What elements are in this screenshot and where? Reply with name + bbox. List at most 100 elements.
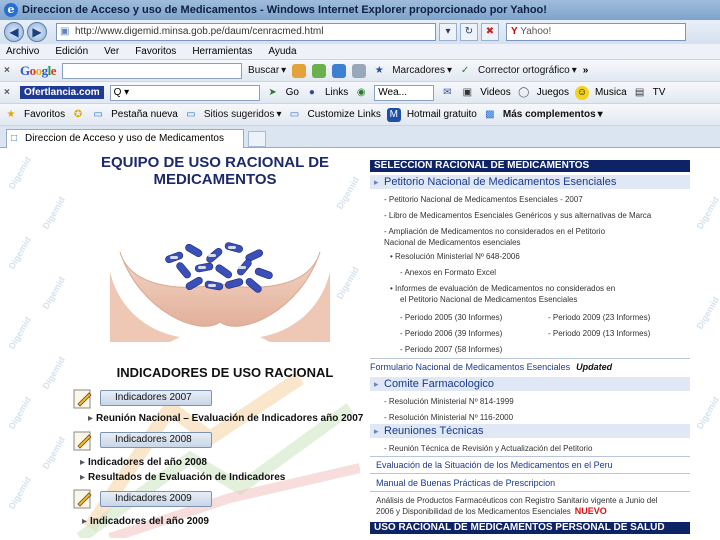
mail-icon[interactable]: ✉ [440, 86, 454, 100]
indicadores-2009-button[interactable]: Indicadores 2009 [100, 491, 212, 507]
google-toolbar: × Google Buscar ▾ ★ Marcadores ▾ ✓ Corre… [0, 60, 720, 82]
watermark: Digemid [6, 475, 33, 511]
link-reunion-tecnica[interactable]: - Reunión Técnica de Revisión y Actualiz… [384, 443, 592, 454]
weather-combo[interactable]: Wea... [374, 84, 435, 101]
left-column: EQUIPO DE USO RACIONAL DE MEDICAMENTOS I… [70, 148, 363, 540]
mas-complementos-link[interactable]: Más complementos ▾ [503, 109, 603, 120]
favorites-star-icon: ★ [6, 108, 16, 120]
smiley-icon: ☺ [574, 85, 589, 100]
link-informes-evaluacion-cont[interactable]: el Petitorio Nacional de Medicamentos Es… [400, 294, 577, 305]
section-header-uso-racional: USO RACIONAL DE MEDICAMENTOS PERSONAL DE… [370, 522, 690, 534]
favoritos-button[interactable]: Favoritos [24, 109, 65, 120]
yahoo-search-input[interactable]: Y Yahoo! [506, 23, 686, 41]
divider [370, 456, 690, 457]
watermark: Digemid [40, 275, 67, 311]
videos-link[interactable]: Videos [480, 87, 510, 98]
refresh-icon[interactable]: ↻ [460, 23, 478, 41]
bookmark-star-icon[interactable]: ★ [372, 64, 386, 78]
weather-icon[interactable]: ◉ [354, 86, 368, 100]
google-search-input[interactable] [62, 62, 243, 79]
link-periodo-2006[interactable]: - Periodo 2006 (39 Informes) [400, 328, 502, 339]
forward-arrow-icon[interactable]: ▶ [27, 22, 47, 42]
link-ampliacion-medicamentos[interactable]: - Ampliación de Medicamentos no consider… [384, 226, 605, 237]
link-periodo-2009a[interactable]: - Periodo 2009 (23 Informes) [548, 312, 650, 323]
toolbar-icon-1[interactable] [292, 63, 307, 78]
window-title: Direccion de Acceso y uso de Medicamento… [22, 4, 547, 16]
stop-icon[interactable]: ✖ [481, 23, 499, 41]
updated-badge: Updated [576, 362, 613, 372]
link-petitorio-2007[interactable]: - Petitorio Nacional de Medicamentos Ese… [384, 194, 583, 205]
new-tab-button[interactable] [248, 131, 266, 147]
pestana-nueva-link[interactable]: Pestaña nueva [111, 109, 178, 120]
link-formulario-nacional[interactable]: Formulario Nacional de Medicamentos Esen… [370, 362, 612, 373]
customize-links-link[interactable]: Customize Links [307, 109, 380, 120]
back-arrow-icon[interactable]: ◀ [4, 22, 24, 42]
link-analisis-productos-cont[interactable]: 2006 y Disponibilidad de los Medicamento… [376, 506, 607, 517]
watermark: Digemid [6, 235, 33, 271]
link-resolucion-116[interactable]: - Resolución Ministerial Nº 116-2000 [384, 412, 513, 423]
ofertas-search-input[interactable]: Q ▾ [109, 84, 260, 101]
links-button[interactable]: Links [325, 87, 348, 98]
url-field[interactable]: http://www.digemid.minsa.gob.pe/daum/cen… [56, 23, 436, 41]
hotmail-link[interactable]: Hotmail gratuito [407, 109, 477, 120]
tv-link[interactable]: TV [653, 87, 666, 98]
watermark: Digemid [694, 195, 720, 231]
go-arrow-icon[interactable]: ➤ [266, 86, 280, 100]
link-libro-medicamentos[interactable]: - Libro de Medicamentos Esenciales Genér… [384, 210, 651, 221]
link-periodo-2007[interactable]: - Periodo 2007 (58 Informes) [400, 344, 502, 355]
page-title-line2: MEDICAMENTOS [153, 171, 277, 188]
right-column: SELECCION RACIONAL DE MEDICAMENTOS Petit… [370, 158, 690, 540]
link-indicadores-2009[interactable]: ▸ Indicadores del año 2009 [82, 516, 209, 527]
menu-herramientas[interactable]: Herramientas [192, 44, 252, 59]
divider [370, 491, 690, 492]
menu-ver[interactable]: Ver [104, 44, 119, 59]
dropdown-arrow-icon[interactable]: ▾ [439, 23, 457, 41]
pencil-icon [73, 431, 92, 451]
buscar-button[interactable]: Buscar ▾ [248, 65, 286, 76]
marcadores-button[interactable]: Marcadores ▾ [392, 65, 452, 76]
sitios-sugeridos-link[interactable]: Sitios sugeridos ▾ [204, 109, 282, 120]
menu-ayuda[interactable]: Ayuda [268, 44, 296, 59]
go-button[interactable]: Go [286, 87, 299, 98]
nuevo-badge: NUEVO [574, 506, 607, 516]
link-ampliacion-medicamentos-cont[interactable]: Nacional de Medicamentos esenciales [384, 237, 521, 248]
translate-icon[interactable] [352, 63, 367, 78]
link-manual-prescripcion[interactable]: Manual de Buenas Prácticas de Prescripci… [376, 478, 555, 489]
toolbar-icon-2[interactable] [312, 63, 327, 78]
page-icon: ▭ [93, 108, 103, 120]
toolbar-icon-3[interactable] [332, 63, 347, 78]
link-periodo-2009b[interactable]: - Periodo 2009 (13 Informes) [548, 328, 650, 339]
link-reuniones-tecnicas[interactable]: Reuniones Técnicas [370, 424, 690, 438]
link-comite-farmacologico[interactable]: Comite Farmacologico [370, 377, 690, 391]
close-toolbar-icon[interactable]: × [4, 65, 14, 76]
indicators-heading: INDICADORES DE USO RACIONAL [116, 365, 334, 380]
link-evaluacion-situacion[interactable]: Evaluación de la Situación de los Medica… [376, 460, 613, 471]
menu-favoritos[interactable]: Favoritos [135, 44, 176, 59]
link-analisis-productos[interactable]: Análisis de Productos Farmacéuticos con … [376, 495, 657, 506]
link-petitorio-nacional[interactable]: Petitorio Nacional de Medicamentos Esenc… [370, 175, 690, 189]
indicadores-2007-button[interactable]: Indicadores 2007 [100, 390, 212, 406]
link-indicadores-2008[interactable]: ▸ Indicadores del año 2008 [80, 457, 207, 468]
link-resolucion-814[interactable]: - Resolución Ministerial Nº 814-1999 [384, 396, 514, 407]
link-resultados-evaluacion[interactable]: ▸ Resultados de Evaluación de Indicadores [80, 472, 285, 483]
menu-edicion[interactable]: Edición [55, 44, 88, 59]
msn-icon: M [386, 107, 401, 122]
link-resolucion-648[interactable]: • Resolución Ministerial Nº 648-2006 [390, 251, 520, 262]
juegos-link[interactable]: Juegos [537, 87, 569, 98]
add-favorite-icon[interactable]: ✪ [71, 108, 85, 122]
link-anexos-excel[interactable]: - Anexos en Formato Excel [400, 267, 496, 278]
link-periodo-2005[interactable]: - Periodo 2005 (30 Informes) [400, 312, 502, 323]
watermark: Digemid [694, 395, 720, 431]
section-header-seleccion: SELECCION RACIONAL DE MEDICAMENTOS [370, 160, 690, 172]
indicadores-2008-button[interactable]: Indicadores 2008 [100, 432, 212, 448]
close-toolbar-icon[interactable]: × [4, 87, 14, 98]
ofertas-logo[interactable]: Ofertlancia.com [20, 86, 104, 99]
more-chevron-icon[interactable]: » [583, 65, 589, 76]
corrector-button[interactable]: Corrector ortográfico ▾ [478, 65, 577, 76]
menu-archivo[interactable]: Archivo [6, 44, 39, 59]
link-informes-evaluacion[interactable]: • Informes de evaluación de Medicamentos… [390, 283, 615, 294]
musica-link[interactable]: Musica [595, 87, 627, 98]
link-reunion-2007[interactable]: ▸ Reunión Nacional – Evaluación de Indica… [88, 413, 363, 424]
tab-direccion[interactable]: Direccion de Acceso y uso de Medicamento… [6, 129, 244, 148]
gamepad-icon: ◯ [518, 86, 530, 98]
